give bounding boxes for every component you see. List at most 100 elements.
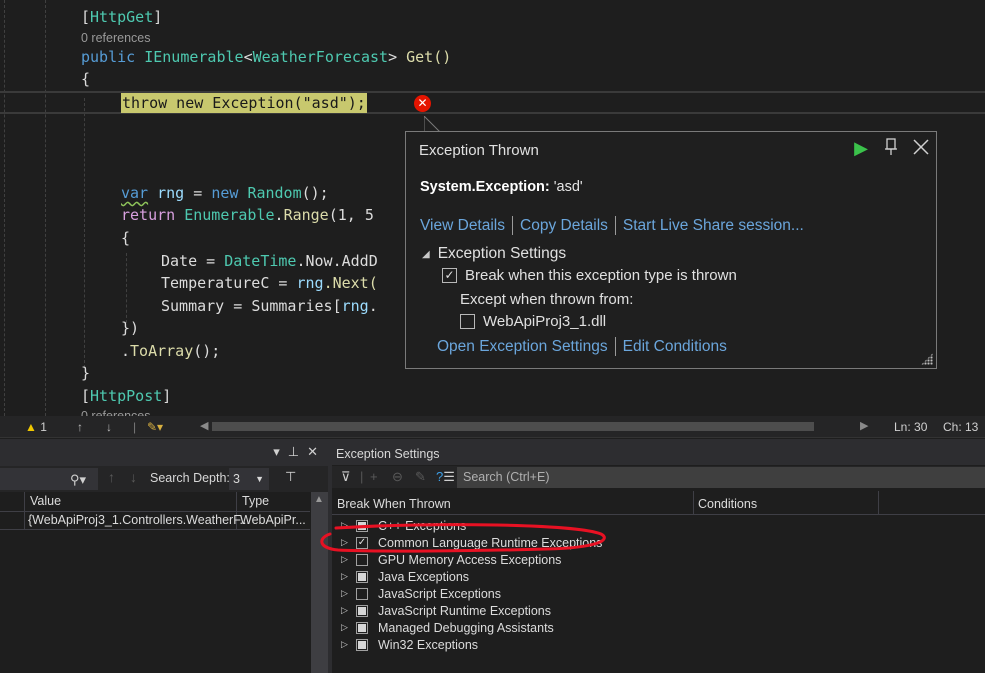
line-number: Ln: 30 <box>894 420 928 434</box>
expand-arrow-icon[interactable]: ▷ <box>341 605 351 616</box>
open-exception-settings-link[interactable]: Open Exception Settings <box>437 338 608 356</box>
code-line-return: return Enumerable.Range(1, 5 <box>121 206 374 224</box>
category-label: C++ Exceptions <box>378 518 467 533</box>
next-issue-arrow-icon[interactable]: ↓ <box>106 420 112 434</box>
indent-guide <box>126 253 127 323</box>
exception-settings-section[interactable]: ◢ Exception Settings <box>422 245 566 263</box>
column-header-break-when-thrown[interactable]: Break When Thrown <box>337 497 451 511</box>
add-icon[interactable]: + <box>370 469 378 484</box>
search-input[interactable]: ⚲▾ <box>0 468 98 490</box>
exception-category-row[interactable]: ▷ Managed Debugging Assistants <box>332 619 985 636</box>
warnings-indicator[interactable]: ▲ 1 <box>25 420 47 434</box>
resize-grip-icon[interactable] <box>921 353 933 365</box>
code-line-attribute-post: [HttpPost] <box>81 387 172 405</box>
previous-issue-arrow-icon[interactable]: ↑ <box>77 420 83 434</box>
code-editor[interactable]: [HttpGet] 0 references public IEnumerabl… <box>0 0 985 416</box>
scroll-right-arrow-icon[interactable]: ▶ <box>860 419 868 432</box>
edit-conditions-link[interactable]: Edit Conditions <box>623 338 727 356</box>
separator: | <box>360 469 364 484</box>
exception-category-row[interactable]: ▷ JavaScript Runtime Exceptions <box>332 602 985 619</box>
exception-category-row[interactable]: ▷ JavaScript Exceptions <box>332 585 985 602</box>
restore-defaults-icon[interactable]: ?☰ <box>436 469 455 485</box>
exception-category-list: ▷ C++ Exceptions ▷ ✓ Common Language Runtime… <box>332 517 985 653</box>
category-checkbox[interactable] <box>356 587 368 600</box>
code-line-brace: { <box>81 70 91 88</box>
code-cleanup-broom-icon[interactable]: ✎▾ <box>147 420 163 434</box>
scroll-left-arrow-icon[interactable]: ◀ <box>200 419 208 432</box>
break-when-thrown-checkbox[interactable]: ✓ Break when this exception type is throw… <box>442 267 737 284</box>
continue-icon[interactable]: ▶ <box>852 138 870 158</box>
indent-guide <box>84 98 85 368</box>
expand-arrow-icon[interactable]: ▷ <box>341 571 351 582</box>
category-checkbox[interactable] <box>356 621 368 634</box>
category-label: GPU Memory Access Exceptions <box>378 552 562 567</box>
scroll-up-arrow-icon[interactable]: ▲ <box>314 494 324 505</box>
close-icon[interactable]: ✕ <box>307 444 318 460</box>
horizontal-scrollbar[interactable] <box>212 422 814 431</box>
dropdown-icon[interactable]: ▾ <box>273 444 280 460</box>
category-label: JavaScript Exceptions <box>378 586 501 601</box>
expand-arrow-icon[interactable]: ▷ <box>341 639 351 650</box>
expand-arrow-icon[interactable]: ▷ <box>341 537 351 548</box>
search-depth-select[interactable]: 3 ▼ <box>229 468 269 490</box>
exception-settings-pane: Exception Settings ⊽ | + ⊖ ✎ ?☰ Search (… <box>332 439 985 673</box>
category-label: Win32 Exceptions <box>378 637 479 652</box>
search-input[interactable]: Search (Ctrl+E) <box>457 467 985 488</box>
close-icon[interactable] <box>912 138 930 158</box>
category-checkbox[interactable] <box>356 553 368 566</box>
live-share-link[interactable]: Start Live Share session... <box>623 217 804 235</box>
copy-details-link[interactable]: Copy Details <box>520 217 608 235</box>
column-header-type[interactable]: Type <box>242 494 269 508</box>
current-statement-highlight: throw new Exception("asd"); <box>121 93 367 113</box>
popup-bottom-links: Open Exception Settings Edit Conditions <box>437 337 727 356</box>
checkbox-unchecked-icon <box>460 314 475 329</box>
column-header-conditions[interactable]: Conditions <box>698 497 757 511</box>
filter-icon[interactable]: ⊽ <box>341 469 351 485</box>
category-checkbox[interactable]: ✓ <box>356 536 368 549</box>
except-module-checkbox[interactable]: WebApiProj3_1.dll <box>460 313 606 330</box>
error-icon[interactable]: ✕ <box>414 95 431 112</box>
exception-message: System.Exception: 'asd' <box>420 179 583 195</box>
search-next-icon[interactable]: ↓ <box>130 469 137 485</box>
code-line-brace-close: } <box>81 364 91 382</box>
view-details-link[interactable]: View Details <box>420 217 505 235</box>
exception-category-row[interactable]: ▷ GPU Memory Access Exceptions <box>332 551 985 568</box>
expand-arrow-icon[interactable]: ▷ <box>341 622 351 633</box>
column-separator <box>878 491 879 515</box>
except-when-label: Except when thrown from: <box>460 291 634 308</box>
expand-arrow-icon[interactable]: ▷ <box>341 554 351 565</box>
separator <box>614 337 616 356</box>
codelens-references[interactable]: 0 references <box>81 31 150 45</box>
category-checkbox[interactable] <box>356 570 368 583</box>
remove-icon[interactable]: ⊖ <box>392 469 403 485</box>
pin-icon[interactable] <box>882 138 900 158</box>
code-line-toarray: .ToArray(); <box>121 342 221 360</box>
exception-category-row[interactable]: ▷ C++ Exceptions <box>332 517 985 534</box>
code-line-temperature: TemperatureC = rng.Next( <box>161 274 378 292</box>
exception-category-row[interactable]: ▷ Java Exceptions <box>332 568 985 585</box>
category-label: Common Language Runtime Exceptions <box>378 535 603 550</box>
search-icon[interactable]: ⚲▾ <box>70 472 86 488</box>
pane-toolbar: ⊽ | + ⊖ ✎ ?☰ Search (Ctrl+E) <box>332 466 985 488</box>
codelens-references[interactable]: 0 references <box>81 409 150 416</box>
exception-category-row[interactable]: ▷ Win32 Exceptions <box>332 636 985 653</box>
column-header-value[interactable]: Value <box>30 494 61 508</box>
separator: | <box>133 420 137 434</box>
category-checkbox[interactable] <box>356 604 368 617</box>
search-previous-icon[interactable]: ↑ <box>108 469 115 485</box>
vertical-scrollbar[interactable]: ▲ <box>311 492 328 673</box>
code-line-summary: Summary = Summaries[rng. <box>161 297 378 315</box>
indent-guide <box>4 0 5 416</box>
pane-title: Exception Settings <box>336 447 440 461</box>
pin-icon[interactable]: ⊥ <box>288 444 299 460</box>
pin-to-source-icon[interactable]: ⊤ <box>285 469 296 485</box>
exception-category-row[interactable]: ▷ ✓ Common Language Runtime Exceptions <box>332 534 985 551</box>
expand-arrow-icon[interactable]: ▷ <box>341 588 351 599</box>
category-label: Java Exceptions <box>378 569 470 584</box>
category-checkbox[interactable] <box>356 638 368 651</box>
category-checkbox[interactable] <box>356 519 368 532</box>
row-type: WebApiPr... <box>240 513 306 527</box>
edit-pencil-icon[interactable]: ✎ <box>415 469 426 485</box>
expand-arrow-icon[interactable]: ▷ <box>341 520 351 531</box>
table-row[interactable]: {WebApiProj3_1.Controllers.WeatherF... W… <box>0 512 310 530</box>
